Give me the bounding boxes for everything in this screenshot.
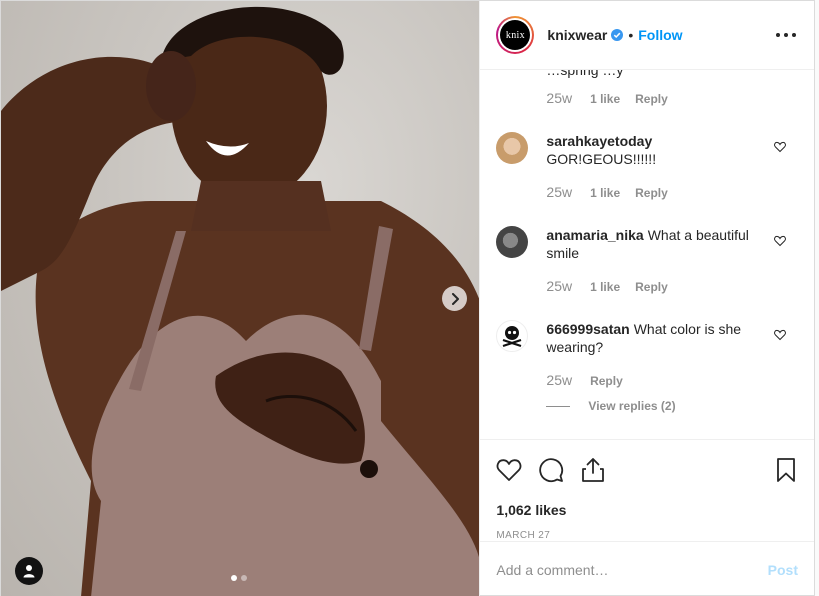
like-count[interactable]: 1,062 likes: [480, 499, 814, 521]
add-comment-bar: Post: [480, 541, 814, 596]
comment: sarahkayetoday GOR!GEOUS!!!!!!: [546, 132, 761, 168]
skull-icon: [503, 326, 522, 348]
post-image[interactable]: [1, 1, 480, 596]
post-details-panel: knix knixwear • Follow …spring …y 25w 1 …: [479, 1, 814, 596]
follow-button[interactable]: Follow: [638, 27, 682, 43]
carousel-indicator: [231, 575, 247, 581]
comment-input[interactable]: [496, 561, 768, 578]
clipped-comment-text: …spring …y: [546, 70, 624, 78]
action-bar: [480, 439, 814, 499]
comment-username[interactable]: sarahkayetoday: [546, 133, 652, 149]
post-header: knix knixwear • Follow: [480, 1, 814, 70]
heart-icon[interactable]: [774, 141, 786, 153]
comment: anamaria_nika What a beautiful smile: [546, 226, 761, 262]
avatar[interactable]: [496, 132, 529, 164]
user-tag-icon: [23, 565, 35, 578]
more-icon: [776, 33, 780, 37]
header-separator: •: [628, 27, 634, 43]
more-options-button[interactable]: [776, 25, 796, 45]
comment-icon[interactable]: [538, 457, 564, 483]
account-avatar: knix: [500, 20, 531, 50]
photo-illustration: [1, 6, 480, 596]
comment-username[interactable]: anamaria_nika: [546, 227, 643, 243]
comment-text: GOR!GEOUS!!!!!!: [546, 151, 657, 167]
carousel-dot-active: [231, 575, 237, 581]
comment-username[interactable]: 666999satan: [546, 321, 629, 337]
replies-divider: [546, 405, 571, 407]
avatar[interactable]: [496, 226, 529, 258]
chevron-right-icon: [451, 292, 459, 305]
account-username[interactable]: knixwear: [547, 27, 607, 43]
carousel-dot: [241, 575, 247, 581]
heart-icon[interactable]: [774, 329, 786, 341]
comments-list[interactable]: …spring …y 25w 1 like Reply sarahkayetod…: [480, 70, 814, 439]
next-image-button[interactable]: [442, 286, 467, 311]
tagged-users-button[interactable]: [15, 557, 43, 585]
heart-icon[interactable]: [774, 235, 786, 247]
share-icon[interactable]: [580, 457, 606, 483]
comment-meta: 25w 1 like Reply: [546, 278, 668, 294]
comment-meta: 25w 1 like Reply: [546, 184, 668, 200]
view-replies-button[interactable]: View replies (2): [546, 399, 676, 413]
bookmark-icon[interactable]: [774, 457, 798, 483]
heart-icon[interactable]: [496, 457, 522, 483]
post-modal: knix knixwear • Follow …spring …y 25w 1 …: [0, 0, 815, 596]
comment-meta: 25w Reply: [546, 372, 623, 388]
comment-meta: 25w 1 like Reply: [546, 90, 668, 106]
verified-badge-icon: [611, 29, 624, 41]
story-ring[interactable]: knix: [496, 16, 535, 54]
avatar[interactable]: [496, 320, 529, 352]
comment: 666999satan What color is she wearing?: [546, 320, 761, 356]
post-comment-button[interactable]: Post: [768, 562, 798, 578]
